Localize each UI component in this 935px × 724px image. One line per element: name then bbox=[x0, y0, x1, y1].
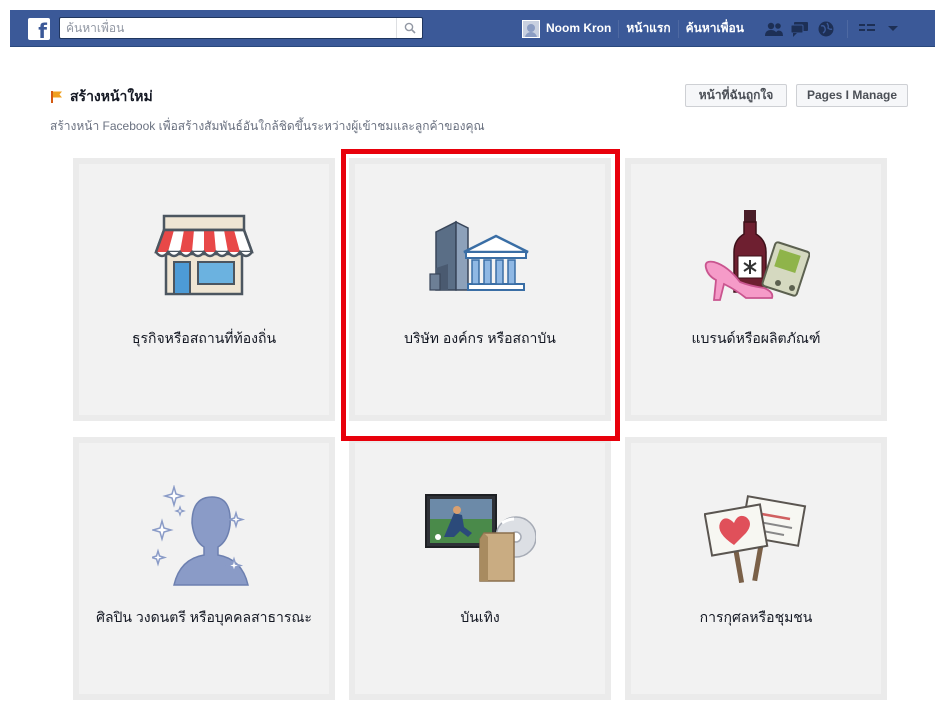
find-friends-link[interactable]: ค้นหาเพื่อน bbox=[679, 10, 751, 47]
category-tile-artist-public-figure[interactable]: ศิลปิน วงดนตรี หรือบุคคลสาธารณะ bbox=[73, 437, 335, 700]
page-title: สร้างหน้าใหม่ bbox=[70, 88, 153, 104]
top-nav-right: Noom Kron หน้าแรก ค้นหาเพื่อน bbox=[522, 10, 906, 47]
notifications-icon[interactable] bbox=[814, 19, 838, 39]
cause-community-icon bbox=[704, 495, 807, 583]
search-button[interactable] bbox=[396, 18, 422, 38]
privacy-shortcuts-icon[interactable] bbox=[855, 19, 879, 39]
public-figure-icon bbox=[152, 485, 249, 586]
category-tile-company-organization[interactable]: บริษัท องค์กร หรือสถาบัน bbox=[349, 158, 611, 421]
storefront-icon bbox=[154, 214, 254, 296]
search-input[interactable] bbox=[60, 18, 390, 38]
facebook-logo-icon[interactable]: f bbox=[28, 18, 50, 40]
search-icon bbox=[404, 22, 416, 34]
institution-building-icon bbox=[429, 220, 529, 291]
pages-i-manage-button[interactable]: Pages I Manage bbox=[796, 84, 908, 107]
page-header: สร้างหน้าใหม่ bbox=[50, 86, 153, 108]
liked-pages-button[interactable]: หน้าที่ฉันถูกใจ bbox=[685, 84, 787, 107]
top-navigation-bar: f Noom Kron หน้าแรก ค้นหาเพื่อน bbox=[10, 10, 935, 47]
profile-link[interactable]: Noom Kron bbox=[546, 10, 618, 47]
category-label: การกุศลหรือชุมชน bbox=[699, 609, 813, 625]
category-label: ศิลปิน วงดนตรี หรือบุคคลสาธารณะ bbox=[96, 609, 312, 625]
account-menu-icon[interactable] bbox=[881, 19, 905, 39]
category-tile-cause-community[interactable]: การกุศลหรือชุมชน bbox=[625, 437, 887, 700]
brand-products-icon bbox=[704, 210, 810, 301]
search-box bbox=[59, 17, 423, 39]
jewel-icons bbox=[761, 19, 906, 39]
entertainment-icon bbox=[425, 494, 536, 582]
category-label: ธุรกิจหรือสถานที่ท้องถิ่น bbox=[131, 330, 277, 346]
category-label: แบรนด์หรือผลิตภัณฑ์ bbox=[691, 330, 821, 346]
home-link[interactable]: หน้าแรก bbox=[619, 10, 677, 47]
category-label: บันเทิง bbox=[460, 609, 500, 625]
category-tile-local-business[interactable]: ธุรกิจหรือสถานที่ท้องถิ่น bbox=[73, 158, 335, 421]
nav-divider bbox=[846, 19, 848, 38]
messages-icon[interactable] bbox=[788, 19, 812, 39]
avatar[interactable] bbox=[522, 19, 540, 38]
flag-icon bbox=[51, 91, 62, 103]
category-label: บริษัท องค์กร หรือสถาบัน bbox=[404, 330, 556, 346]
category-tile-entertainment[interactable]: บันเทิง bbox=[349, 437, 611, 700]
friend-requests-icon[interactable] bbox=[762, 19, 786, 39]
page-subtitle: สร้างหน้า Facebook เพื่อสร้างสัมพันธ์อัน… bbox=[50, 119, 485, 133]
category-tile-brand-product[interactable]: แบรนด์หรือผลิตภัณฑ์ bbox=[625, 158, 887, 421]
